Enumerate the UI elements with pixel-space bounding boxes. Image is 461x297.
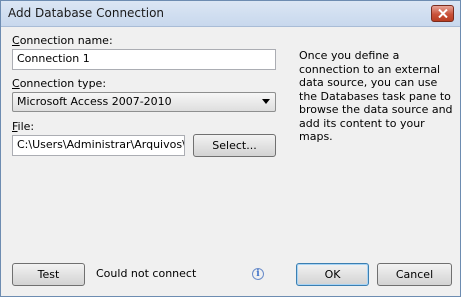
connection-name-label-text: onnection name:	[19, 34, 113, 47]
test-button[interactable]: Test	[12, 263, 85, 286]
title-bar[interactable]: Add Database Connection	[1, 1, 460, 27]
info-icon[interactable]: i	[252, 268, 264, 280]
chevron-down-icon	[262, 99, 270, 104]
file-label-text: ile:	[17, 120, 35, 133]
status-text: Could not connect	[96, 267, 197, 280]
connection-type-value: Microsoft Access 2007-2010	[17, 95, 172, 108]
close-icon	[437, 9, 448, 18]
connection-name-label: Connection name:	[12, 34, 113, 47]
connection-name-label-accel: C	[12, 34, 20, 47]
ok-button[interactable]: OK	[296, 263, 369, 286]
file-path-field[interactable]: C:\Users\Administrar\Arquivos\Ban	[12, 135, 185, 156]
description-text: Once you define a connection to an exter…	[299, 49, 453, 143]
connection-type-label-accel: C	[12, 77, 20, 90]
file-label: File:	[12, 120, 34, 133]
connection-type-select[interactable]: Microsoft Access 2007-2010	[12, 92, 276, 112]
add-database-connection-dialog: Add Database Connection Connection name:…	[0, 0, 461, 297]
select-file-button[interactable]: Select...	[193, 134, 276, 157]
cancel-button[interactable]: Cancel	[377, 263, 452, 286]
connection-type-label: Connection type:	[12, 77, 106, 90]
connection-name-field[interactable]: Connection 1	[12, 49, 276, 70]
connection-type-label-text: onnection type:	[19, 77, 107, 90]
close-button[interactable]	[431, 5, 454, 22]
window-title: Add Database Connection	[8, 6, 165, 20]
